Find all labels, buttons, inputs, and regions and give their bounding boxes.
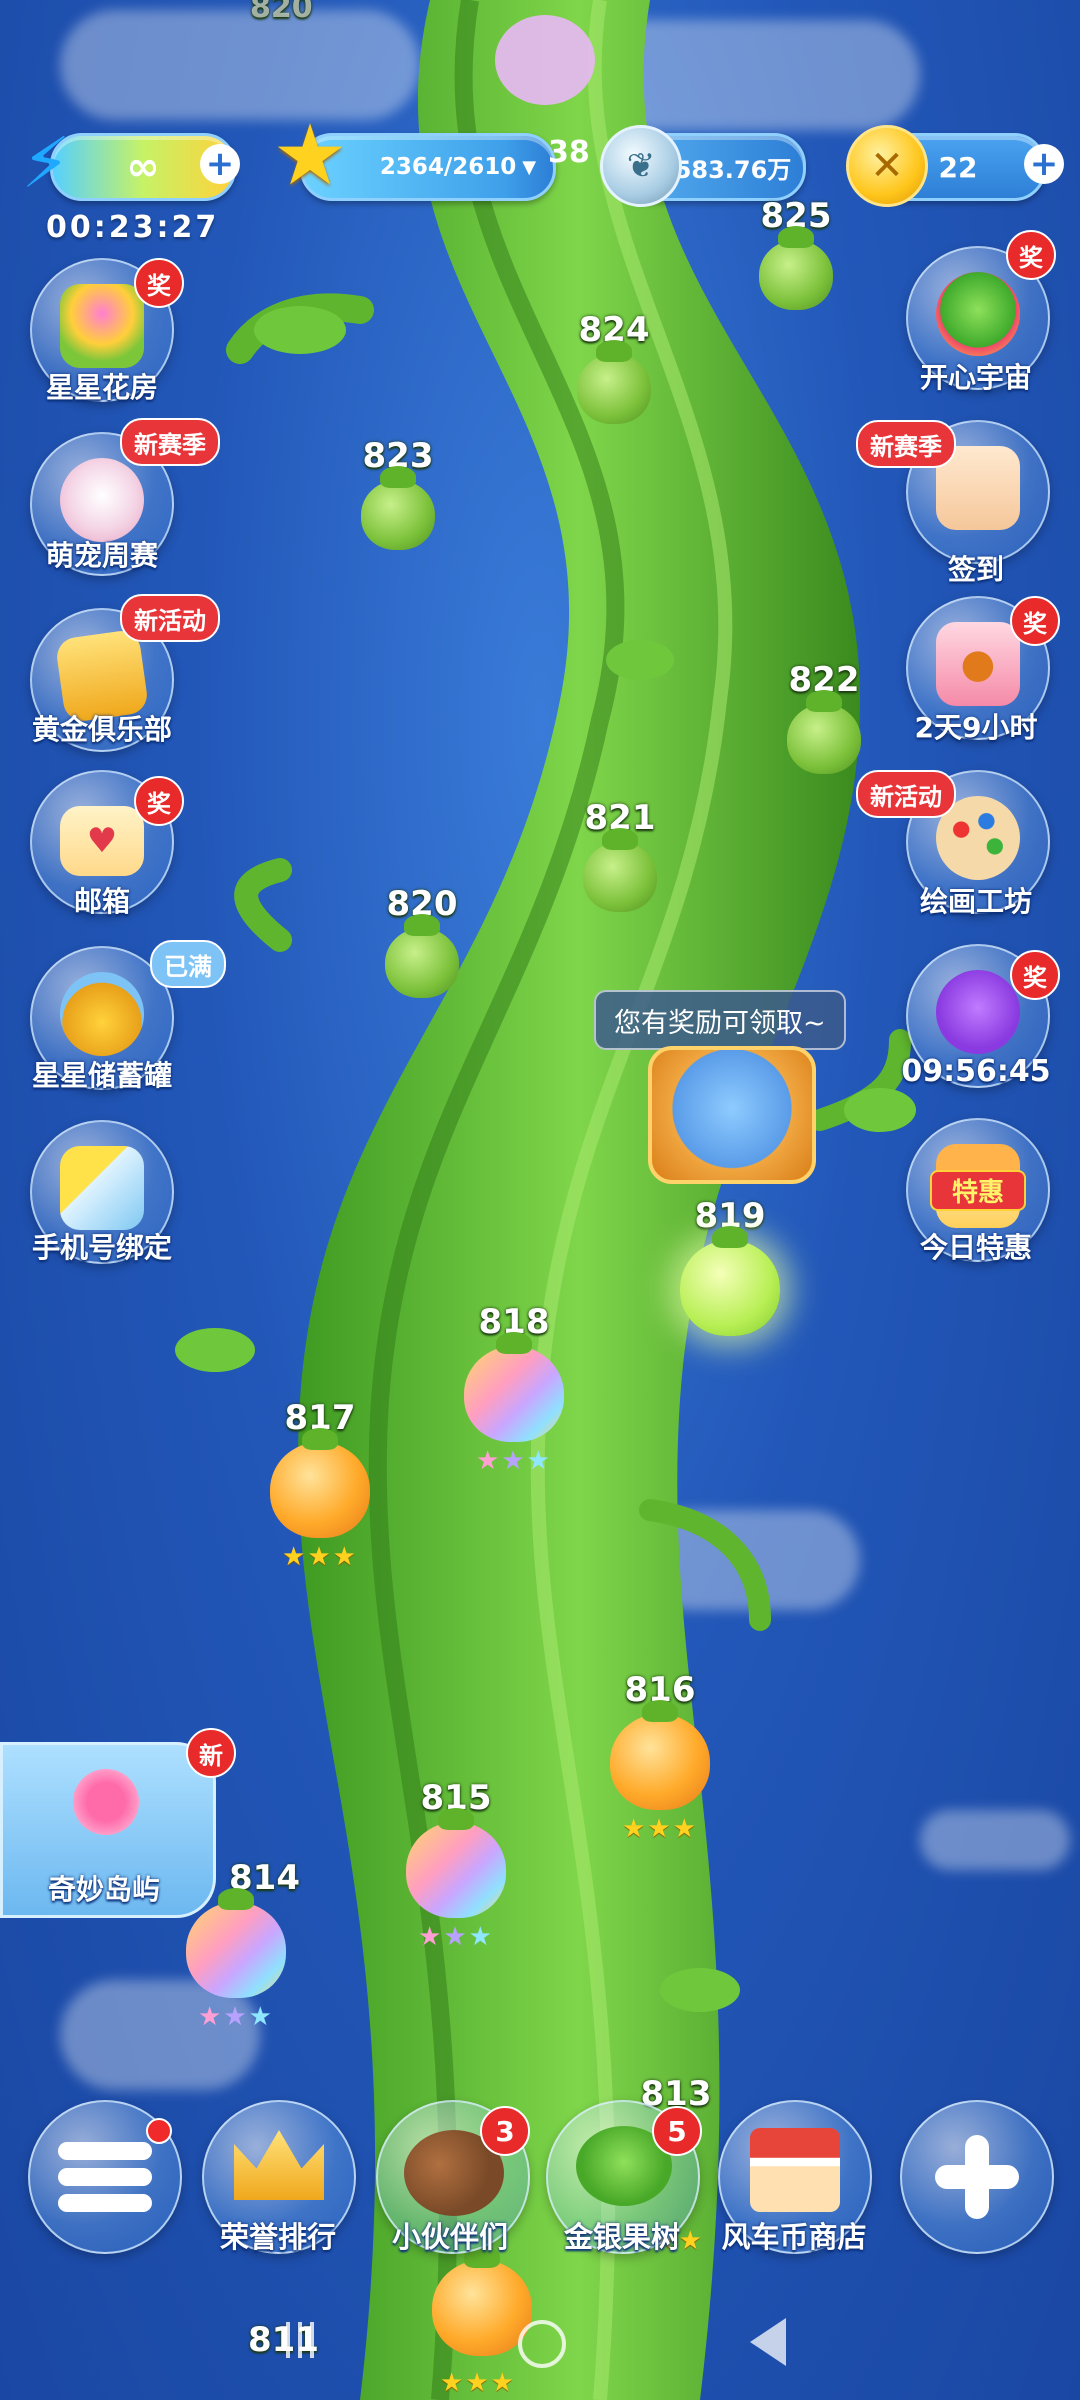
notification-dot <box>146 2118 172 2144</box>
player-avatar-bear[interactable] <box>648 1046 816 1184</box>
coin-plus-button[interactable]: + <box>1024 144 1064 184</box>
star-icon: ★ <box>272 106 348 204</box>
shop-icon <box>750 2128 840 2212</box>
reward-badge: 奖 <box>1010 950 1060 1000</box>
side-label: 绘画工坊 <box>919 885 1032 918</box>
new-season-badge: 新赛季 <box>856 420 956 468</box>
island-label: 奇妙岛屿 <box>47 1873 160 1906</box>
current-fruit-icon <box>680 1226 780 1336</box>
bottom-label: 荣誉排行 <box>219 2220 336 2254</box>
locked-fruit-icon <box>577 340 651 424</box>
frog-planet-icon <box>936 272 1020 356</box>
level-node-824[interactable]: 824 <box>544 310 684 424</box>
recent-apps-icon[interactable] <box>286 2322 322 2358</box>
home-icon[interactable] <box>518 2320 566 2368</box>
menu-list-icon <box>58 2142 152 2212</box>
level-node-825[interactable]: 825 <box>726 196 866 310</box>
new-event-badge: 新活动 <box>120 594 220 642</box>
rainbow-fruit-icon <box>406 1808 506 1918</box>
reward-badge: 奖 <box>1006 230 1056 280</box>
side-label: 星星储蓄罐 <box>31 1059 172 1092</box>
fruit-tree-count-badge: 5 <box>652 2106 702 2156</box>
star-rating: ★★★ <box>198 2002 274 2032</box>
level-node-818[interactable]: 818 ★★★ <box>444 1302 584 1476</box>
new-event-badge: 新活动 <box>856 770 956 818</box>
lightning-icon: ⚡ <box>21 122 71 204</box>
phone-chick-icon <box>60 1146 144 1230</box>
island-flower-icon <box>73 1769 139 1835</box>
side-label: 萌宠周赛 <box>45 539 158 572</box>
orange-fruit-icon <box>270 1428 370 1538</box>
level-node-816[interactable]: 816 ★★★ <box>590 1670 730 1844</box>
countdown-label: 09:56:45 <box>901 1054 1051 1089</box>
coin-jar-icon <box>60 972 144 1056</box>
plus-icon <box>965 2135 989 2219</box>
energy-timer: 00:23:27 <box>46 210 220 245</box>
flower-pot-icon <box>60 284 144 368</box>
full-badge: 已满 <box>150 940 226 988</box>
star-rating: ★★★ <box>440 2368 516 2398</box>
level-node-822[interactable]: 822 <box>754 660 894 774</box>
orange-fruit-icon <box>432 2246 532 2356</box>
gold-coin-icon: ✕ <box>846 125 928 207</box>
energy-value: ∞ <box>126 144 160 190</box>
gift-box-icon: ● <box>936 622 1020 706</box>
star-rating: ★★★ <box>418 1922 494 1952</box>
side-label: 邮箱 <box>73 885 130 918</box>
gold-coin-value: 22 <box>938 150 978 184</box>
bottom-label: 小伙伴们 <box>391 2220 508 2254</box>
back-icon[interactable] <box>750 2318 786 2366</box>
star-rating: ★★★ <box>622 1814 698 1844</box>
locked-fruit-icon <box>385 914 459 998</box>
reward-badge: 奖 <box>1010 596 1060 646</box>
leaf-currency-value: 583.76万 <box>674 155 792 184</box>
reward-badge: 奖 <box>134 776 184 826</box>
reward-tooltip[interactable]: 您有奖励可领取~ <box>594 990 846 1050</box>
bottom-label: 风车币商店 <box>721 2220 867 2254</box>
reward-badge: 奖 <box>134 258 184 308</box>
level-node-820[interactable]: 820 <box>352 884 492 998</box>
star-rating: ★★★ <box>476 1446 552 1476</box>
rainbow-fruit-icon <box>186 1888 286 1998</box>
star-rating: ★★★ <box>282 1542 358 1572</box>
leaf-coin-icon: ❦ <box>600 125 682 207</box>
dropdown-arrow-icon: ▼ <box>522 156 537 178</box>
level-node-819-current[interactable]: 819 <box>660 1196 800 1336</box>
locked-fruit-icon <box>583 828 657 912</box>
side-label: 黄金俱乐部 <box>31 713 172 746</box>
level-number-partial: 820 <box>250 0 313 25</box>
friends-count-badge: 3 <box>480 2106 530 2156</box>
new-season-badge: 新赛季 <box>120 418 220 466</box>
crown-icon <box>234 2130 324 2200</box>
rainbow-fruit-icon <box>464 1332 564 1442</box>
side-label: 手机号绑定 <box>31 1231 172 1264</box>
locked-fruit-icon <box>361 466 435 550</box>
level-node-821[interactable]: 821 <box>550 798 690 912</box>
top-resource-bar: ∞ ⚡ + 2364/2610 ▼ ★ 38 583.76万 ❦ 22 ✕ + <box>0 106 1080 207</box>
locked-fruit-icon <box>787 690 861 774</box>
side-label: 开心宇宙 <box>919 361 1032 394</box>
new-badge: 新 <box>186 1728 236 1778</box>
bottom-label: 金银果树 <box>563 2220 680 2254</box>
level-node-823[interactable]: 823 <box>328 436 468 550</box>
countdown-label: 2天9小时 <box>914 711 1038 744</box>
star-progress-value: 2364/2610 <box>379 154 517 180</box>
envelope-icon: ♥ <box>60 806 144 876</box>
side-label: 星星花房 <box>45 371 158 404</box>
special-offer-tag: 特惠 <box>930 1170 1026 1211</box>
level-node-817[interactable]: 817 ★★★ <box>250 1398 390 1572</box>
cat-avatar-icon <box>60 458 144 542</box>
side-label: 今日特惠 <box>919 1231 1032 1264</box>
locked-fruit-icon <box>759 226 833 310</box>
expand-plus-button[interactable] <box>900 2100 1054 2254</box>
level-node-815[interactable]: 815 ★★★ <box>386 1778 526 1952</box>
hidden-counter-peek: 38 <box>548 135 590 170</box>
energy-plus-button[interactable]: + <box>200 144 240 184</box>
side-label: 签到 <box>947 553 1004 586</box>
orange-fruit-icon <box>610 1700 710 1810</box>
owl-icon <box>936 970 1020 1054</box>
